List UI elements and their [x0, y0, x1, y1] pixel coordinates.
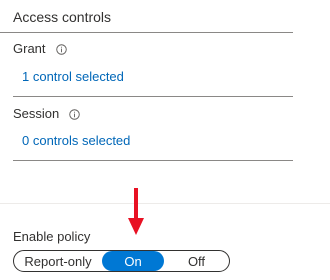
info-icon[interactable]: [69, 108, 80, 120]
session-controls-link[interactable]: 0 controls selected: [22, 133, 130, 149]
divider-bottom: [0, 203, 330, 204]
grant-controls-link[interactable]: 1 control selected: [22, 69, 124, 85]
grant-label-row: Grant: [13, 41, 67, 57]
option-on[interactable]: On: [102, 251, 164, 271]
divider-top: [0, 32, 293, 33]
section-title: Access controls: [13, 9, 112, 25]
option-off[interactable]: Off: [164, 251, 229, 271]
info-icon[interactable]: [55, 43, 67, 55]
option-report-only[interactable]: Report-only: [14, 251, 102, 271]
divider-session: [13, 160, 293, 161]
session-label: Session: [13, 106, 60, 121]
session-label-row: Session: [13, 106, 80, 122]
access-controls-panel: Access controls Grant 1 control selected…: [0, 0, 330, 280]
divider-grant: [13, 96, 293, 97]
enable-policy-label: Enable policy: [13, 229, 91, 244]
grant-label: Grant: [13, 41, 46, 56]
arrow-down-icon: [128, 188, 144, 235]
enable-policy-toggle[interactable]: Report-only On Off: [13, 250, 230, 272]
